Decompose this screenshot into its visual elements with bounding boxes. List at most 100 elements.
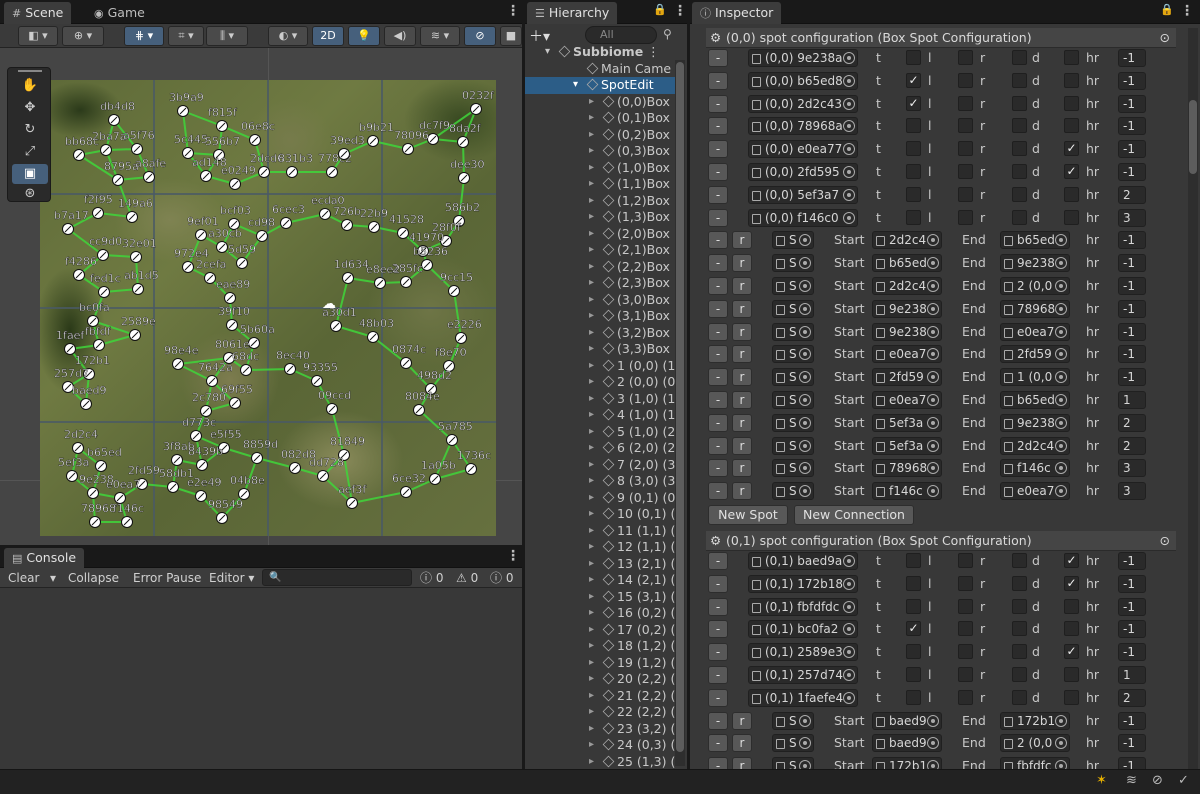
reverse-button[interactable]: r [732, 436, 752, 455]
foldout-arrow-icon[interactable]: ▸ [589, 605, 594, 622]
new-spot-button[interactable]: New Spot [708, 505, 788, 525]
object-picker-icon[interactable] [843, 143, 855, 156]
d-checkbox[interactable]: ✓ [1064, 164, 1079, 179]
d-checkbox[interactable] [1064, 209, 1079, 225]
hr-field[interactable]: -1 [1118, 140, 1146, 159]
object-picker-icon[interactable] [843, 166, 855, 178]
object-picker-icon[interactable] [1055, 280, 1067, 292]
spot-object-field[interactable]: (0,0) 2d2c43 [748, 94, 858, 113]
hr-field[interactable]: -1 [1118, 254, 1146, 273]
d-checkbox[interactable] [1064, 186, 1079, 202]
hierarchy-item[interactable]: ▸ 5 (1,0) (2, [525, 424, 680, 441]
spot-object-field[interactable]: (0,1) baed9a [748, 552, 858, 570]
foldout-arrow-icon[interactable]: ▸ [589, 523, 594, 540]
hierarchy-item[interactable]: ▸ (0,2)Box [525, 127, 680, 144]
hierarchy-item[interactable]: ▸ (2,2)Box [525, 259, 680, 276]
grid-snap-button[interactable]: ⋕ ▾ [124, 26, 164, 46]
hierarchy-item[interactable]: ▸ (0,3)Box [525, 143, 680, 160]
r-checkbox[interactable] [1012, 72, 1027, 88]
foldout-arrow-icon[interactable]: ▸ [589, 490, 594, 507]
remove-spot-button[interactable]: - [708, 643, 728, 662]
foldout-arrow-icon[interactable]: ▸ [589, 655, 594, 672]
foldout-arrow-icon[interactable]: ▸ [589, 622, 594, 639]
foldout-arrow-icon[interactable]: ▸ [589, 737, 594, 754]
connection-object-field[interactable]: S [772, 277, 814, 295]
object-picker-icon[interactable] [843, 74, 855, 87]
remove-connection-button[interactable]: - [708, 436, 728, 455]
r-checkbox[interactable] [1012, 118, 1027, 134]
spot-object-field[interactable]: (0,1) bc0fa2 [748, 620, 858, 639]
d-checkbox[interactable] [1064, 689, 1079, 705]
object-picker-icon[interactable] [799, 439, 811, 452]
foldout-arrow-icon[interactable]: ▸ [589, 94, 594, 111]
end-spot-field[interactable]: 1 (0,0 [1000, 368, 1070, 387]
object-picker-icon[interactable] [843, 120, 855, 133]
connection-object-field[interactable]: S [772, 436, 814, 455]
layers-icon[interactable]: ≋ [1126, 773, 1137, 788]
t-checkbox[interactable] [906, 553, 921, 568]
activity-icon[interactable]: ✶ [1096, 773, 1107, 788]
start-spot-field[interactable]: 9e238 [872, 299, 942, 318]
end-spot-field[interactable]: 172b1 [1000, 711, 1070, 730]
hierarchy-scroll-thumb[interactable] [676, 62, 684, 752]
remove-spot-button[interactable]: - [708, 688, 728, 707]
remove-connection-button[interactable]: - [708, 231, 728, 250]
hierarchy-item[interactable]: ▸ 21 (2,2) ( [525, 688, 680, 705]
reverse-button[interactable]: r [732, 368, 752, 387]
hr-field[interactable]: 1 [1118, 391, 1146, 409]
scene-viewport[interactable]: db4d8 3b9a9 f815f 0232f bb68c 2ba7a a5f76 5c445… [0, 48, 522, 545]
l-checkbox[interactable] [958, 553, 973, 568]
start-spot-field[interactable]: f146c [872, 482, 942, 501]
end-spot-field[interactable]: fbfdfc [1000, 757, 1070, 769]
reverse-button[interactable]: r [732, 413, 752, 432]
foldout-arrow-icon[interactable]: ▸ [589, 127, 594, 144]
new-connection-button[interactable]: New Connection [794, 505, 914, 525]
end-spot-field[interactable]: 78968 [1000, 299, 1070, 318]
hierarchy-item[interactable]: ▸ (3,0)Box [525, 292, 680, 309]
remove-spot-button[interactable]: - [708, 71, 728, 90]
foldout-arrow-icon[interactable]: ▸ [589, 539, 594, 556]
t-checkbox[interactable]: ✓ [906, 95, 921, 111]
foldout-arrow-icon[interactable]: ▸ [589, 407, 594, 424]
hr-field[interactable]: -1 [1118, 49, 1146, 67]
l-checkbox[interactable] [958, 95, 973, 111]
hierarchy-item[interactable]: ▸ (2,3)Box [525, 275, 680, 292]
foldout-arrow-icon[interactable]: ▸ [589, 275, 594, 292]
spot-object-field[interactable]: (0,0) e0ea77 [748, 140, 858, 159]
foldout-arrow-icon[interactable]: ▸ [589, 440, 594, 457]
hr-field[interactable]: -1 [1118, 71, 1146, 90]
hierarchy-item[interactable]: ▸ 11 (1,1) ( [525, 523, 680, 540]
object-picker-icon[interactable] [799, 394, 811, 406]
foldout-arrow-icon[interactable]: ▸ [589, 308, 594, 325]
t-checkbox[interactable] [906, 667, 921, 682]
hierarchy-item[interactable]: ▸ 4 (1,0) (1, [525, 407, 680, 424]
error-count[interactable]: ⓘ 0 [486, 569, 517, 587]
connection-object-field[interactable]: S [772, 757, 814, 769]
hand-tool-icon[interactable]: ✋ [12, 76, 48, 96]
remove-connection-button[interactable]: - [708, 413, 728, 432]
foldout-arrow-icon[interactable]: ▸ [589, 226, 594, 243]
object-picker-icon[interactable] [843, 669, 855, 681]
hierarchy-item[interactable]: ▸ 16 (0,2) ( [525, 605, 680, 622]
hierarchy-item[interactable]: ▸ 7 (2,0) (3, [525, 457, 680, 474]
hr-field[interactable]: 3 [1118, 208, 1146, 227]
r-checkbox[interactable] [1012, 575, 1027, 591]
hr-field[interactable]: -1 [1118, 552, 1146, 570]
connection-object-field[interactable]: S [772, 391, 814, 409]
d-checkbox[interactable]: ✓ [1064, 553, 1079, 568]
orientation-button[interactable]: ◐ ▾ [268, 26, 308, 46]
start-spot-field[interactable]: b65ed [872, 254, 942, 273]
start-spot-field[interactable]: 172b1 [872, 757, 942, 769]
start-spot-field[interactable]: 78968 [872, 459, 942, 478]
r-checkbox[interactable] [1012, 644, 1027, 660]
l-checkbox[interactable] [958, 575, 973, 591]
end-spot-field[interactable]: 2 (0,0 [1000, 734, 1070, 753]
start-spot-field[interactable]: e0ea7 [872, 345, 942, 364]
start-spot-field[interactable]: baed9 [872, 734, 942, 753]
d-checkbox[interactable] [1064, 72, 1079, 88]
foldout-arrow-icon[interactable]: ▸ [589, 638, 594, 655]
start-spot-field[interactable]: 2fd59 [872, 368, 942, 387]
start-spot-field[interactable]: e0ea7 [872, 391, 942, 409]
r-checkbox[interactable] [1012, 667, 1027, 682]
foldout-arrow-icon[interactable]: ▸ [589, 589, 594, 606]
